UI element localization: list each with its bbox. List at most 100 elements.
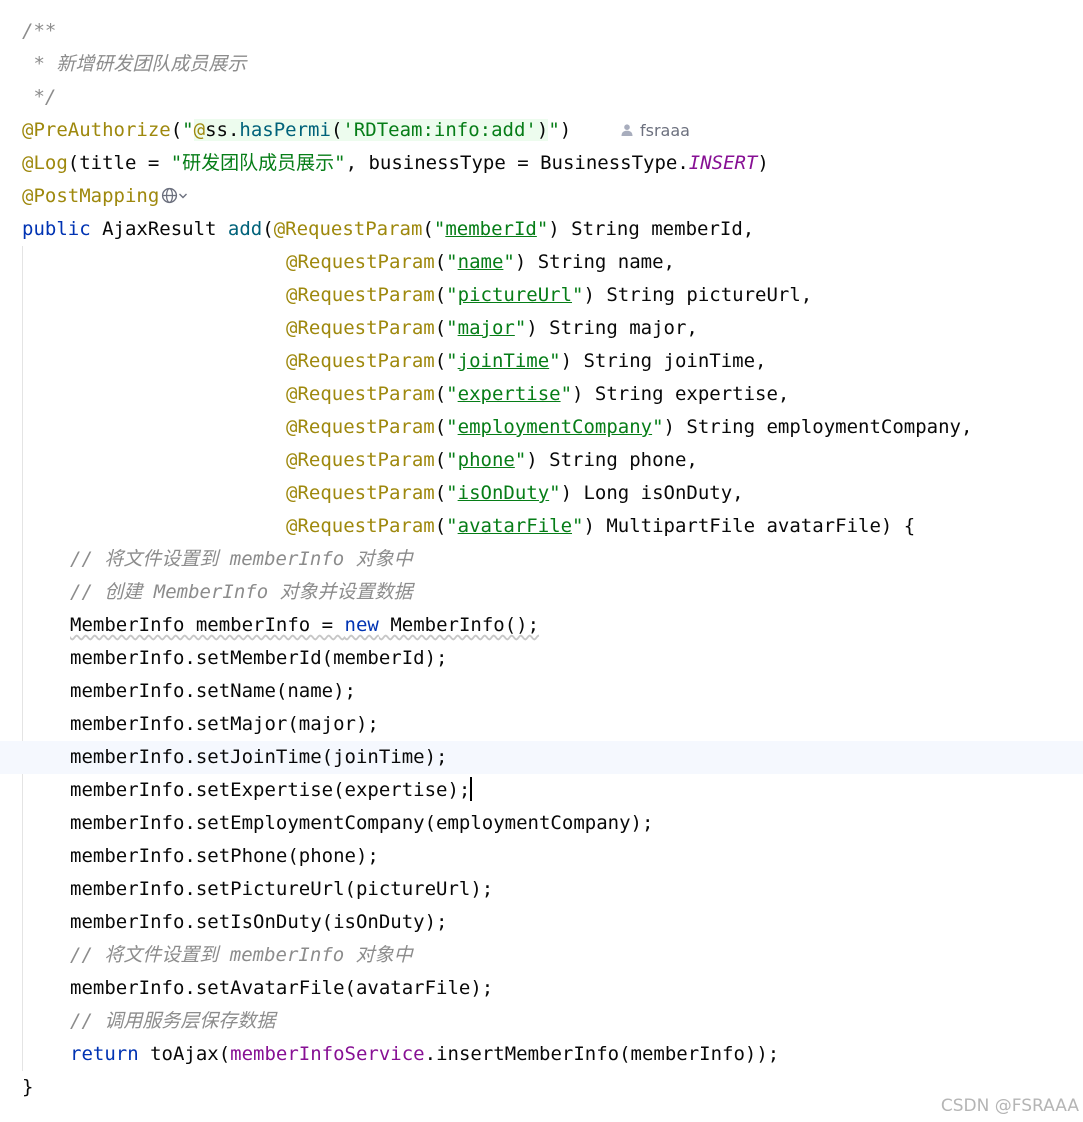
code-text: memberInfo.setEmploymentCompany(employme… bbox=[70, 807, 653, 840]
code-token: 'RDTeam:info:add' bbox=[342, 119, 537, 141]
code-line[interactable]: @RequestParam("avatarFile") MultipartFil… bbox=[0, 510, 1083, 543]
code-token: phone bbox=[457, 449, 515, 471]
code-token: ( bbox=[434, 515, 447, 537]
code-line[interactable]: @PreAuthorize("@ss.hasPermi('RDTeam:info… bbox=[0, 114, 1083, 147]
code-token: ) String major, bbox=[526, 317, 698, 339]
code-text: @RequestParam("phone") String phone, bbox=[286, 444, 698, 477]
code-line[interactable]: public AjaxResult add(@RequestParam("mem… bbox=[0, 213, 1083, 246]
code-token: @ bbox=[193, 119, 206, 141]
code-line[interactable]: @Log(title = "研发团队成员展示", businessType = … bbox=[0, 147, 1083, 180]
code-token: ( bbox=[434, 449, 447, 471]
code-text: @Log(title = "研发团队成员展示", businessType = … bbox=[22, 147, 769, 180]
code-text: MemberInfo memberInfo = new MemberInfo()… bbox=[70, 609, 539, 642]
code-line[interactable]: memberInfo.setName(name); bbox=[0, 675, 1083, 708]
code-token: " bbox=[572, 515, 584, 537]
code-token: memberInfo.setJoinTime(joinTime); bbox=[70, 746, 448, 768]
code-token: major bbox=[457, 317, 515, 339]
code-line[interactable]: MemberInfo memberInfo = new MemberInfo()… bbox=[0, 609, 1083, 642]
chevron-down-icon[interactable] bbox=[178, 191, 188, 201]
code-token: " bbox=[549, 350, 561, 372]
code-token: @RequestParam bbox=[286, 317, 435, 339]
code-line[interactable]: @RequestParam("isOnDuty") Long isOnDuty, bbox=[0, 477, 1083, 510]
code-token: @RequestParam bbox=[286, 416, 435, 438]
author-hint[interactable]: fsraaa bbox=[620, 114, 690, 147]
code-token: " bbox=[549, 482, 561, 504]
code-text: memberInfo.setJoinTime(joinTime); bbox=[70, 741, 448, 774]
code-line[interactable]: // 将文件设置到 memberInfo 对象中 bbox=[0, 939, 1083, 972]
code-token: /** bbox=[22, 20, 57, 42]
code-token: ) String employmentCompany, bbox=[663, 416, 973, 438]
code-line[interactable]: // 创建 MemberInfo 对象并设置数据 bbox=[0, 576, 1083, 609]
code-token: , businessType = BusinessType. bbox=[345, 152, 689, 174]
code-token: ) bbox=[559, 119, 572, 141]
code-token: toAjax( bbox=[138, 1043, 231, 1065]
code-line[interactable]: } bbox=[0, 1071, 1083, 1104]
code-line[interactable]: */ bbox=[0, 81, 1083, 114]
code-line[interactable]: // 将文件设置到 memberInfo 对象中 bbox=[0, 543, 1083, 576]
code-line[interactable]: @RequestParam("expertise") String expert… bbox=[0, 378, 1083, 411]
code-text: memberInfo.setMajor(major); bbox=[70, 708, 379, 741]
code-token: ( bbox=[434, 383, 447, 405]
code-token: . bbox=[227, 119, 240, 141]
code-line[interactable]: @RequestParam("name") String name, bbox=[0, 246, 1083, 279]
code-line[interactable]: memberInfo.setExpertise(expertise); bbox=[0, 774, 1083, 807]
code-token: MemberInfo(); bbox=[378, 614, 540, 636]
code-line[interactable]: @RequestParam("pictureUrl") String pictu… bbox=[0, 279, 1083, 312]
code-line[interactable]: @RequestParam("major") String major, bbox=[0, 312, 1083, 345]
code-token: @RequestParam bbox=[286, 515, 435, 537]
code-token: * 新增研发团队成员展示 bbox=[22, 53, 247, 75]
code-token: public bbox=[22, 218, 91, 240]
code-token: // 调用服务层保存数据 bbox=[70, 1010, 276, 1032]
author-name: fsraaa bbox=[640, 121, 690, 140]
code-line[interactable]: memberInfo.setAvatarFile(avatarFile); bbox=[0, 972, 1083, 1005]
code-token: ) Long isOnDuty, bbox=[560, 482, 744, 504]
code-text: @RequestParam("joinTime") String joinTim… bbox=[286, 345, 767, 378]
code-line[interactable]: @RequestParam("joinTime") String joinTim… bbox=[0, 345, 1083, 378]
code-token: ) String phone, bbox=[526, 449, 698, 471]
code-text: @RequestParam("pictureUrl") String pictu… bbox=[286, 279, 812, 312]
code-line[interactable]: * 新增研发团队成员展示 bbox=[0, 48, 1083, 81]
code-line[interactable]: memberInfo.setJoinTime(joinTime); bbox=[0, 741, 1083, 774]
code-line[interactable]: memberInfo.setPhone(phone); bbox=[0, 840, 1083, 873]
code-text: @PostMapping bbox=[22, 180, 188, 213]
code-token: @PreAuthorize bbox=[22, 119, 171, 141]
code-line[interactable]: memberInfo.setMemberId(memberId); bbox=[0, 642, 1083, 675]
code-token: hasPermi bbox=[239, 119, 331, 141]
code-editor[interactable]: /** * 新增研发团队成员展示 */@PreAuthorize("@ss.ha… bbox=[0, 0, 1083, 1122]
globe-icon[interactable] bbox=[161, 187, 178, 204]
code-token: " bbox=[514, 317, 527, 339]
code-token: " bbox=[446, 449, 458, 471]
code-token: // 创建 MemberInfo 对象并设置数据 bbox=[70, 581, 413, 603]
code-line[interactable]: @PostMapping bbox=[0, 180, 1083, 213]
code-token: avatarFile bbox=[457, 515, 573, 537]
code-token: " bbox=[433, 218, 446, 240]
code-token: memberInfoService bbox=[230, 1043, 425, 1065]
code-token: " bbox=[446, 383, 458, 405]
code-line[interactable]: memberInfo.setPictureUrl(pictureUrl); bbox=[0, 873, 1083, 906]
code-text: @RequestParam("employmentCompany") Strin… bbox=[286, 411, 972, 444]
code-line[interactable]: // 调用服务层保存数据 bbox=[0, 1005, 1083, 1038]
code-line[interactable]: return toAjax(memberInfoService.insertMe… bbox=[0, 1038, 1083, 1071]
code-line[interactable]: @RequestParam("phone") String phone, bbox=[0, 444, 1083, 477]
code-token: " bbox=[560, 383, 573, 405]
code-text: memberInfo.setName(name); bbox=[70, 675, 356, 708]
code-line[interactable]: /** bbox=[0, 15, 1083, 48]
code-token: memberInfo.setEmploymentCompany(employme… bbox=[70, 812, 654, 834]
code-token: " bbox=[514, 449, 527, 471]
code-token: isOnDuty bbox=[457, 482, 550, 504]
code-token: return bbox=[70, 1043, 139, 1065]
code-token: // 将文件设置到 memberInfo 对象中 bbox=[70, 944, 413, 966]
code-token: memberInfo.setMemberId(memberId); bbox=[70, 647, 448, 669]
code-line[interactable]: memberInfo.setMajor(major); bbox=[0, 708, 1083, 741]
code-token: ( bbox=[330, 119, 343, 141]
code-line[interactable]: memberInfo.setIsOnDuty(isOnDuty); bbox=[0, 906, 1083, 939]
code-token: */ bbox=[22, 86, 57, 108]
code-token: " bbox=[536, 218, 549, 240]
code-token: joinTime bbox=[457, 350, 550, 372]
code-line[interactable]: @RequestParam("employmentCompany") Strin… bbox=[0, 411, 1083, 444]
code-token: memberInfo.setPhone(phone); bbox=[70, 845, 379, 867]
code-token: ( bbox=[434, 416, 447, 438]
code-token: ) String memberId, bbox=[548, 218, 755, 240]
code-token: @RequestParam bbox=[286, 350, 435, 372]
code-line[interactable]: memberInfo.setEmploymentCompany(employme… bbox=[0, 807, 1083, 840]
